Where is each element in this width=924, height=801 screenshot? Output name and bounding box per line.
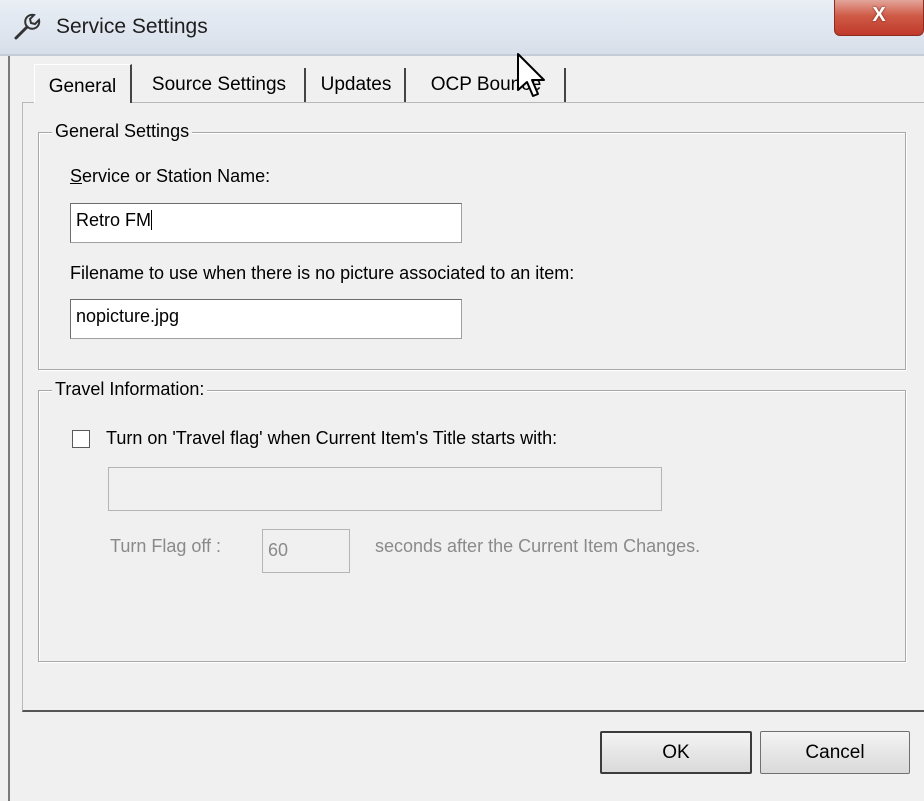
text-caret (151, 210, 153, 230)
wrench-icon (14, 13, 41, 40)
close-button[interactable]: X (834, 0, 924, 36)
tab-source-settings[interactable]: Source Settings (134, 68, 306, 102)
title-bar-divider (0, 54, 924, 56)
cancel-button[interactable]: Cancel (760, 731, 910, 774)
tab-updates[interactable]: Updates (308, 68, 406, 102)
service-name-input[interactable]: Retro FM (70, 203, 462, 243)
service-name-label-accelerator: S (70, 166, 83, 186)
general-settings-group-title: General Settings (52, 121, 193, 142)
mouse-cursor-icon (517, 53, 545, 97)
window-title: Service Settings (56, 15, 208, 38)
title-bar: Service Settings X (0, 0, 924, 56)
service-name-value: Retro FM (76, 210, 152, 230)
travel-flag-checkbox[interactable] (72, 430, 90, 448)
service-name-label-text: ervice or Station Name: (82, 166, 271, 186)
seconds-after-change-label: seconds after the Current Item Changes. (375, 536, 701, 556)
travel-information-group-title: Travel Information: (52, 379, 208, 400)
window-left-edge (8, 56, 10, 801)
travel-title-prefix-input[interactable] (108, 467, 662, 511)
no-picture-filename-label: Filename to use when there is no picture… (70, 263, 575, 283)
turn-flag-off-seconds-input[interactable]: 60 (262, 529, 350, 573)
close-icon: X (872, 4, 886, 26)
no-picture-filename-input[interactable]: nopicture.jpg (70, 299, 462, 339)
travel-flag-checkbox-label[interactable]: Turn on 'Travel flag' when Current Item'… (106, 428, 557, 449)
turn-flag-off-label: Turn Flag off : (110, 536, 222, 556)
service-name-label: Service or Station Name: (70, 166, 270, 187)
ok-button[interactable]: OK (600, 731, 752, 774)
tab-general[interactable]: General (34, 64, 132, 103)
